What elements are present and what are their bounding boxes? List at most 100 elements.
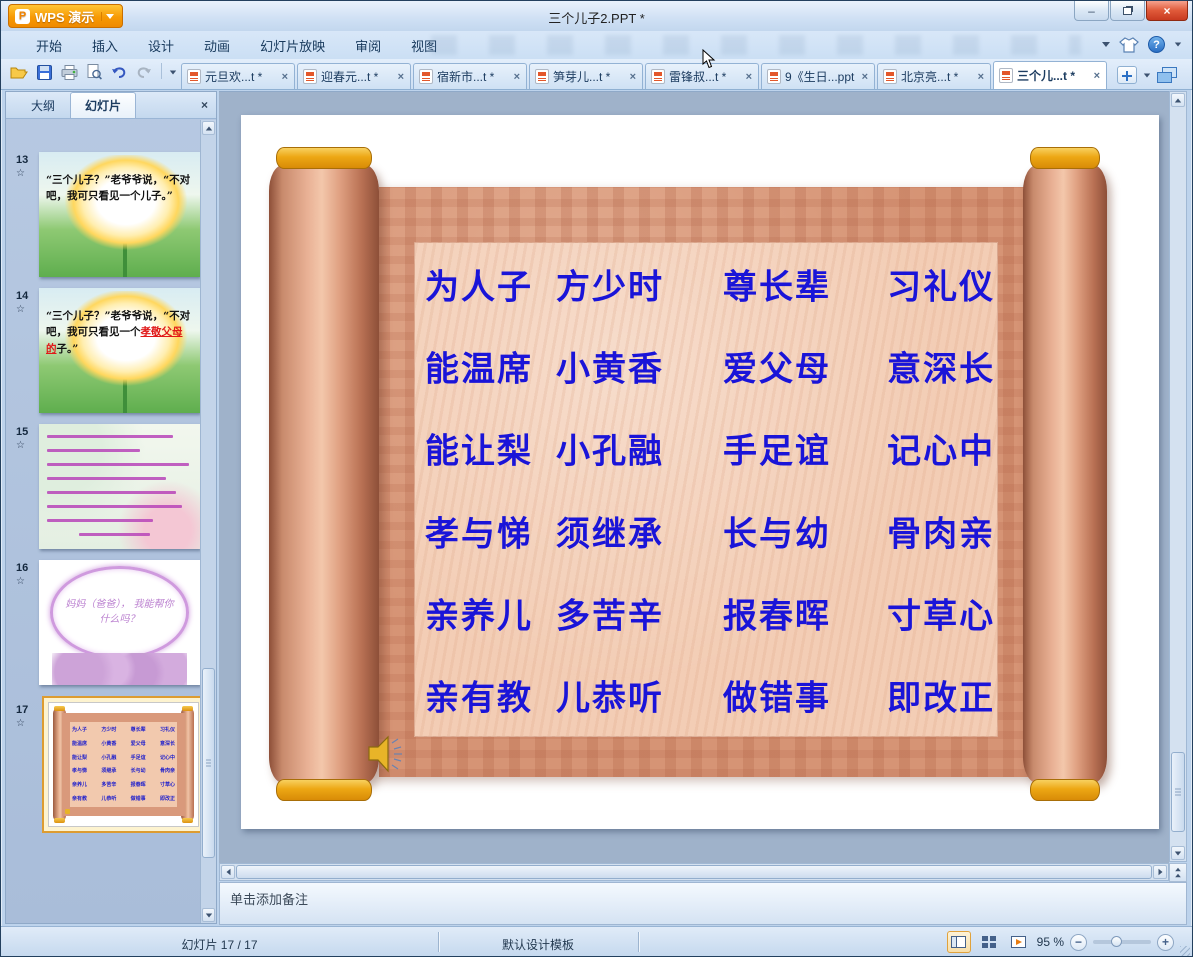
close-button[interactable]: ×	[1146, 1, 1188, 21]
wps-menu-button[interactable]: P WPS 演示	[8, 4, 124, 28]
tab-close-icon[interactable]: ×	[513, 71, 521, 83]
slide-text-cell: 寸草心	[887, 596, 996, 637]
notes-pane[interactable]: 单击添加备注	[219, 882, 1187, 925]
animation-indicator-icon[interactable]: ☆	[16, 718, 25, 729]
print-button[interactable]	[59, 62, 79, 82]
print-preview-icon	[87, 64, 102, 80]
scroll-down-button[interactable]	[202, 908, 215, 922]
floral-background	[39, 424, 200, 549]
tab-close-icon[interactable]: ×	[861, 71, 869, 83]
menu-animation[interactable]: 动画	[189, 32, 245, 59]
thumb-mini-row: 孝与悌 须继承 长与幼 骨肉亲	[72, 768, 175, 775]
zoom-out-button[interactable]: −	[1070, 933, 1087, 951]
previous-slide-button[interactable]	[1169, 863, 1187, 882]
animation-indicator-icon[interactable]: ☆	[16, 576, 25, 587]
skin-shirt-icon[interactable]	[1119, 36, 1139, 53]
tab-outline[interactable]: 大纲	[16, 92, 70, 118]
quick-toolbar-dropdown-icon[interactable]	[169, 70, 177, 74]
scroll-left-button[interactable]	[221, 865, 235, 879]
zoom-slider-thumb[interactable]	[1111, 936, 1122, 947]
print-preview-button[interactable]	[84, 62, 104, 82]
scrollbar-thumb[interactable]	[202, 668, 215, 858]
toolbar: 元旦欢...t * × 迎春元...t * × 宿新市...t * × 笋芽儿...t…	[1, 59, 1192, 90]
slide-text-cell: 小孔融	[555, 431, 664, 472]
arrange-windows-icon[interactable]	[1157, 67, 1177, 83]
horizontal-scrollbar[interactable]	[219, 863, 1169, 881]
doc-tab[interactable]: 宿新市...t * ×	[413, 63, 527, 89]
scrollbar-thumb[interactable]	[1171, 752, 1185, 832]
open-button[interactable]	[9, 62, 29, 82]
slideshow-button[interactable]	[1007, 931, 1031, 953]
redo-button[interactable]	[134, 62, 154, 82]
arrow-right-icon	[1158, 868, 1162, 876]
scrollbar-thumb[interactable]	[236, 865, 1152, 879]
doc-tab-label: 三个儿...t *	[1017, 69, 1076, 83]
slide-text-cell: 小黄香	[555, 349, 664, 390]
undo-icon	[112, 67, 126, 78]
tab-list-dropdown-icon[interactable]	[1143, 73, 1151, 77]
animation-indicator-icon[interactable]: ☆	[16, 440, 25, 451]
slide-text-cell: 做错事	[723, 678, 831, 719]
tab-slides[interactable]: 幻灯片	[70, 92, 137, 118]
text-line	[47, 477, 167, 480]
undo-button[interactable]	[109, 62, 129, 82]
menu-design[interactable]: 设计	[133, 32, 189, 59]
arrow-left-icon	[226, 868, 230, 876]
selected-thumbnail-border: 为人子 方少时 尊长辈 习礼仪 能温席 小黄香 爱父母 意深长 能让梨 小孔融 手足谊 记心中 孝与悌须…	[42, 696, 200, 833]
help-button[interactable]: ?	[1148, 36, 1165, 53]
tab-close-icon[interactable]: ×	[977, 71, 985, 83]
panel-close-icon[interactable]: ×	[201, 98, 208, 112]
inactive-ribbon-ghost	[431, 35, 1081, 55]
restore-button[interactable]	[1110, 1, 1145, 21]
slide-sorter-view-button[interactable]	[977, 931, 1001, 953]
sidebar-scrollbar[interactable]	[200, 120, 216, 923]
tab-close-icon[interactable]: ×	[745, 71, 753, 83]
menu-insert[interactable]: 插入	[77, 32, 133, 59]
doc-tab[interactable]: 笋芽儿...t * ×	[529, 63, 643, 89]
scroll-up-button[interactable]	[1171, 93, 1185, 107]
normal-view-button[interactable]	[946, 931, 971, 953]
animation-indicator-icon[interactable]: ☆	[16, 168, 25, 179]
tab-close-icon[interactable]: ×	[629, 71, 637, 83]
normal-view-icon	[951, 936, 967, 948]
tab-close-icon[interactable]: ×	[1093, 70, 1101, 82]
slide-text-cell: 骨肉亲	[887, 514, 996, 555]
slide-text-row: 亲有教 儿恭听 做错事 即改正	[415, 654, 997, 736]
minimize-button[interactable]: –	[1074, 1, 1109, 21]
notes-placeholder[interactable]: 单击添加备注	[230, 889, 1176, 908]
slide-number: 17	[16, 704, 29, 716]
help-dropdown-icon[interactable]	[1174, 42, 1182, 47]
new-tab-button[interactable]	[1117, 66, 1137, 84]
doc-tab[interactable]: 9《生日...ppt * ×	[761, 63, 875, 89]
thumb17-mini-grid: 为人子 方少时 尊长辈 习礼仪 能温席 小黄香 爱父母 意深长 能让梨 小孔融 手足谊 记心中 孝与悌须…	[70, 722, 177, 807]
doc-tab-active[interactable]: 三个儿...t * ×	[993, 61, 1107, 89]
slide-canvas[interactable]: 为人子 方少时 尊长辈 习礼仪 能温席 小黄香 爱父母 意深长 能让梨 小孔融 手足谊 记心中 孝与悌须…	[241, 115, 1159, 829]
scroll-right-button[interactable]	[1153, 865, 1167, 879]
speaker-sound-icon[interactable]	[367, 733, 407, 775]
menu-slideshow[interactable]: 幻灯片放映	[245, 32, 340, 59]
doc-tab[interactable]: 元旦欢...t * ×	[181, 63, 295, 89]
resize-grip[interactable]	[1180, 946, 1190, 956]
thumb-text: “三个儿子？”老爷爷说，“不对吧，我可只看见一个孝敬父母的子。”	[46, 308, 192, 357]
doc-tab[interactable]: 迎春元...t * ×	[297, 63, 411, 89]
scroll-roller-left	[269, 147, 379, 801]
animation-indicator-icon[interactable]: ☆	[16, 304, 25, 315]
thumb-mini-row: 能让梨 小孔融 手足谊 记心中	[72, 754, 175, 761]
scroll-down-button[interactable]	[1171, 846, 1185, 860]
slide-text-cell: 能温席	[425, 349, 534, 390]
vertical-scrollbar[interactable]	[1169, 91, 1187, 862]
close-icon: ×	[1163, 3, 1171, 18]
save-button[interactable]	[34, 62, 54, 82]
collapse-ribbon-icon[interactable]	[1102, 42, 1110, 47]
zoom-slider[interactable]	[1093, 936, 1151, 947]
toolbar-separator	[161, 63, 162, 79]
design-template-button[interactable]: 默认设计模板	[438, 936, 638, 953]
tab-close-icon[interactable]: ×	[281, 71, 289, 83]
doc-tab[interactable]: 北京亮...t * ×	[877, 63, 991, 89]
menu-home[interactable]: 开始	[21, 32, 77, 59]
zoom-in-button[interactable]: +	[1157, 933, 1174, 951]
wps-menu-dropdown[interactable]	[101, 11, 118, 21]
tab-close-icon[interactable]: ×	[397, 71, 405, 83]
menu-review[interactable]: 审阅	[340, 32, 396, 59]
scroll-up-button[interactable]	[202, 121, 215, 135]
